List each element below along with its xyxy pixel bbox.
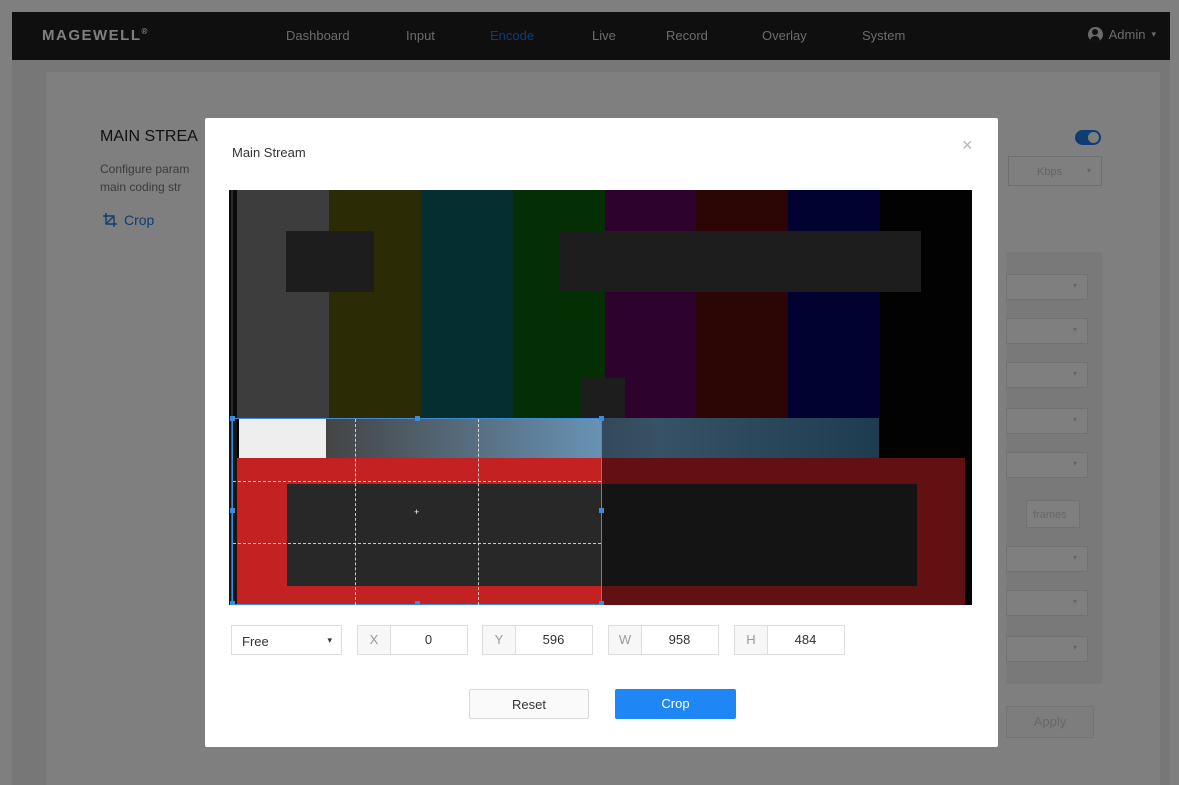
grid-line-vertical-2	[478, 419, 479, 605]
resize-handle-sw[interactable]	[230, 601, 235, 605]
grid-line-horizontal-2	[233, 543, 601, 544]
h-field: H 484	[734, 625, 845, 655]
h-label: H	[735, 626, 768, 654]
resize-handle-se[interactable]	[599, 601, 604, 605]
x-label: X	[358, 626, 391, 654]
resize-handle-s[interactable]	[415, 601, 420, 605]
reset-button[interactable]: Reset	[469, 689, 589, 719]
close-icon[interactable]: ×	[962, 136, 973, 154]
dim-mask-top-left	[229, 190, 601, 418]
dialog-title: Main Stream	[232, 145, 306, 160]
chevron-down-icon: ▾	[327, 635, 332, 645]
w-field: W 958	[608, 625, 719, 655]
dim-mask-top-right	[601, 190, 972, 418]
resize-handle-nw[interactable]	[230, 416, 235, 421]
crop-preview[interactable]: +	[229, 190, 972, 605]
resize-handle-w[interactable]	[230, 508, 235, 513]
y-input[interactable]: 596	[515, 626, 592, 654]
crop-button[interactable]: Crop	[615, 689, 736, 719]
center-crosshair-icon: +	[414, 507, 420, 517]
resize-handle-e[interactable]	[599, 508, 604, 513]
x-input[interactable]: 0	[390, 626, 467, 654]
grid-line-vertical-1	[355, 419, 356, 605]
h-input[interactable]: 484	[767, 626, 844, 654]
resize-handle-n[interactable]	[415, 416, 420, 421]
grid-line-horizontal-1	[233, 481, 601, 482]
resize-handle-ne[interactable]	[599, 416, 604, 421]
w-input[interactable]: 958	[641, 626, 718, 654]
aspect-ratio-select[interactable]: Free ▾	[231, 625, 342, 655]
w-label: W	[609, 626, 642, 654]
dim-mask-right	[601, 418, 972, 605]
x-field: X 0	[357, 625, 468, 655]
aspect-ratio-value: Free	[242, 634, 269, 649]
y-field: Y 596	[482, 625, 593, 655]
y-label: Y	[483, 626, 516, 654]
crop-dialog: Main Stream × + Free ▾ X 0 Y 596 W 958 H…	[205, 118, 998, 747]
